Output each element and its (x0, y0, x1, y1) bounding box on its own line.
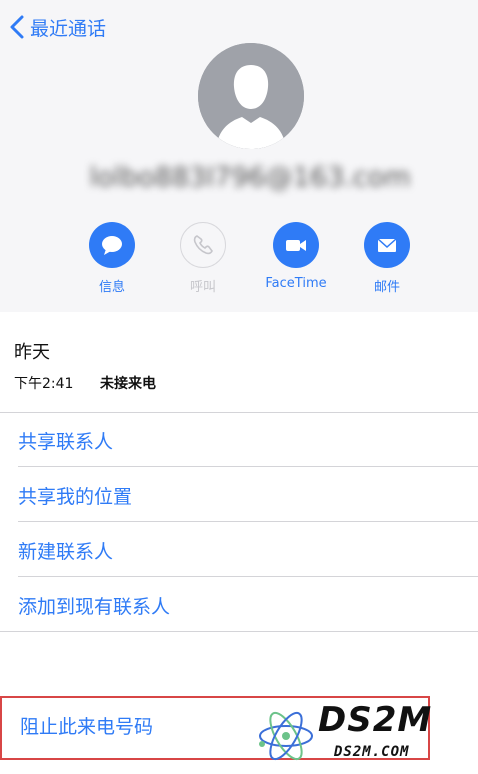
call-label: 呼叫 (189, 280, 216, 295)
divider (18, 576, 478, 577)
call-time: 下午2:41 (14, 376, 74, 392)
atom-logo-icon (259, 711, 313, 761)
action-bar: 信息 呼叫 FaceTime 邮件 (0, 222, 478, 302)
phone-icon (193, 235, 213, 255)
divider (18, 521, 478, 522)
mail-label: 邮件 (373, 280, 400, 295)
block-caller-item[interactable]: 阻止此来电号码 (20, 712, 153, 739)
facetime-button[interactable]: FaceTime (261, 222, 331, 298)
chevron-left-icon (10, 15, 24, 39)
mail-button[interactable]: 邮件 (352, 222, 422, 298)
share-contact-item[interactable]: 共享联系人 (18, 427, 113, 454)
call-day: 昨天 (14, 342, 50, 363)
call-button[interactable]: 呼叫 (168, 222, 238, 298)
facetime-circle (273, 222, 319, 268)
divider (18, 466, 478, 467)
call-status: 未接来电 (100, 376, 156, 392)
mail-icon (377, 238, 397, 252)
watermark-site: DS2M.COM (334, 744, 410, 760)
share-location-item[interactable]: 共享我的位置 (18, 482, 132, 509)
message-icon (102, 236, 122, 255)
divider (0, 631, 478, 632)
add-to-existing-contact-item[interactable]: 添加到现有联系人 (18, 592, 170, 619)
watermark: DS2M DS2M.COM (254, 700, 472, 772)
back-label: 最近通话 (30, 17, 107, 40)
contact-name: lolbo883I796@163.com (89, 162, 411, 193)
person-silhouette-icon (198, 43, 304, 149)
mail-circle (364, 222, 410, 268)
call-circle (180, 222, 226, 268)
back-button[interactable]: 最近通话 (8, 10, 106, 44)
message-circle (89, 222, 135, 268)
divider (0, 412, 478, 413)
video-icon (286, 240, 306, 251)
new-contact-item[interactable]: 新建联系人 (18, 537, 113, 564)
avatar (198, 43, 304, 149)
message-label: 信息 (98, 280, 125, 295)
message-button[interactable]: 信息 (77, 222, 147, 298)
contact-header: 最近通话 lolbo883I796@163.com 信息 呼叫 FaceTime… (0, 0, 478, 312)
facetime-label: FaceTime (265, 276, 327, 291)
watermark-logo: DS2M (318, 700, 433, 740)
